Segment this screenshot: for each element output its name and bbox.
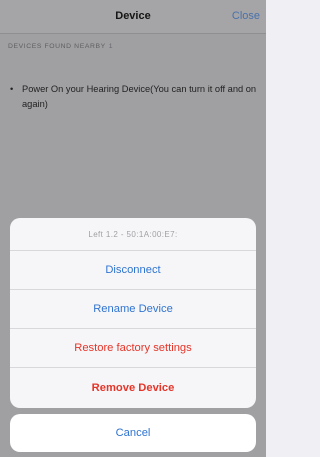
action-sheet-header: Left 1.2 - 50:1A:00:E7: bbox=[10, 218, 256, 251]
disconnect-button[interactable]: Disconnect bbox=[10, 251, 256, 290]
rename-device-button[interactable]: Rename Device bbox=[10, 290, 256, 329]
restore-factory-settings-button[interactable]: Restore factory settings bbox=[10, 329, 256, 368]
cancel-button[interactable]: Cancel bbox=[10, 414, 256, 452]
remove-device-button[interactable]: Remove Device bbox=[10, 368, 256, 407]
action-sheet: Left 1.2 - 50:1A:00:E7: Disconnect Renam… bbox=[10, 218, 256, 408]
